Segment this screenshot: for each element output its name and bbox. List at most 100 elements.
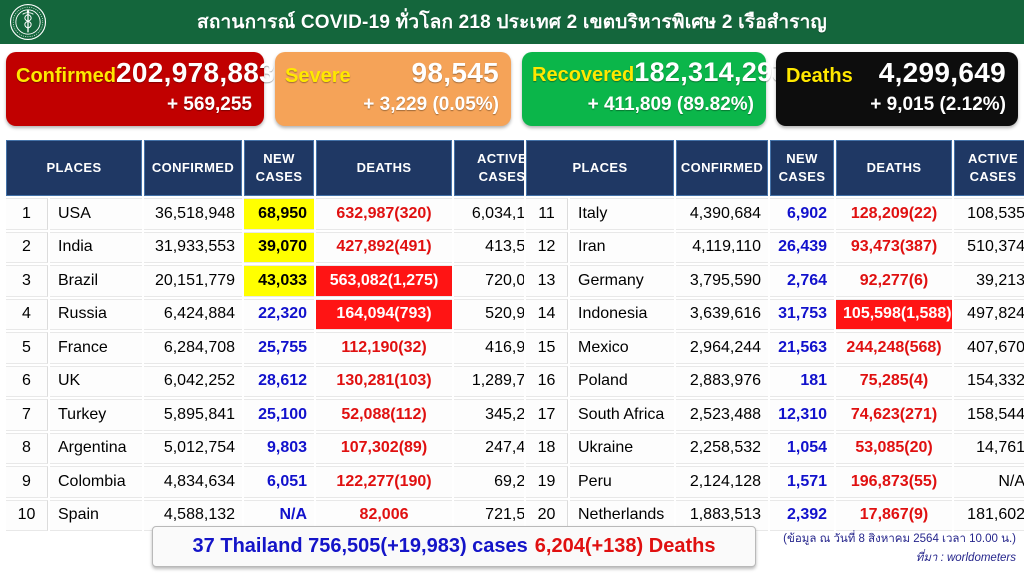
confirmed-delta: + 569,255: [166, 94, 252, 115]
table-row[interactable]: 15 Mexico 2,964,244 21,563 244,248(568) 407,6…: [526, 332, 1024, 364]
cell-place: Iran: [570, 231, 675, 263]
cell-place: South Africa: [570, 399, 675, 431]
cell-rank: 1: [6, 198, 48, 230]
cell-place: Germany: [570, 265, 675, 297]
cell-new-cases: 22,320: [244, 298, 315, 330]
cell-new-cases: 6,051: [244, 466, 315, 498]
summary-card-severe: Severe 98,545 + 3,229 (0.05%): [275, 52, 511, 126]
summary-card-recovered: Recovered 182,314,293 + 411,809 (89.82%): [522, 52, 787, 126]
table-row[interactable]: 11 Italy 4,390,684 6,902 128,209(22) 108,535: [526, 198, 1024, 230]
table-row[interactable]: 16 Poland 2,883,976 181 75,285(4) 154,332: [526, 365, 1024, 397]
cell-confirmed: 4,390,684: [676, 198, 769, 230]
column-header-places[interactable]: PLACES: [6, 140, 143, 196]
table-header-row: PLACES CONFIRMED NEW CASES DEATHS ACTIVE…: [526, 140, 1024, 196]
cell-deaths: 128,209(22): [836, 198, 953, 230]
cell-new-cases: 12,310: [770, 399, 835, 431]
thailand-deaths-text: 6,204(+138) Deaths: [534, 535, 716, 557]
cell-new-cases: 68,950: [244, 198, 315, 230]
table-row[interactable]: 5 France 6,284,708 25,755 112,190(32) 416,978: [6, 332, 551, 364]
recovered-label: Recovered: [532, 64, 635, 86]
table-row[interactable]: 6 UK 6,042,252 28,612 130,281(103) 1,289,703: [6, 365, 551, 397]
cell-deaths: 427,892(491): [316, 231, 453, 263]
table-row[interactable]: 17 South Africa 2,523,488 12,310 74,623(271)…: [526, 399, 1024, 431]
column-header-new-cases[interactable]: NEW CASES: [770, 140, 835, 196]
table-row[interactable]: 14 Indonesia 3,639,616 31,753 105,598(1,588)…: [526, 298, 1024, 330]
cell-new-cases: 28,612: [244, 365, 315, 397]
new-cases-line2: CASES: [778, 169, 826, 184]
cell-place: Mexico: [570, 332, 675, 364]
deaths-delta: + 9,015 (2.12%): [870, 94, 1006, 115]
cell-place: Colombia: [50, 466, 143, 498]
column-header-confirmed[interactable]: CONFIRMED: [676, 140, 769, 196]
new-cases-line1: NEW: [263, 151, 295, 167]
cell-rank: 5: [6, 332, 48, 364]
cell-place: UK: [50, 365, 143, 397]
table-row[interactable]: 7 Turkey 5,895,841 25,100 52,088(112) 345,233: [6, 399, 551, 431]
cell-confirmed: 20,151,779: [144, 265, 243, 297]
cell-rank: 8: [6, 432, 48, 464]
table-row[interactable]: 13 Germany 3,795,590 2,764 92,277(6) 39,213: [526, 265, 1024, 297]
confirmed-value: 202,978,883: [116, 57, 276, 88]
severe-label: Severe: [285, 65, 351, 87]
cell-new-cases: 21,563: [770, 332, 835, 364]
cell-deaths: 122,277(190): [316, 466, 453, 498]
recovered-value: 182,314,293: [634, 57, 788, 87]
cell-deaths: 196,873(55): [836, 466, 953, 498]
data-credit: (ข้อมูล ณ วันที่ 8 สิงหาคม 2564 เวลา 10.…: [766, 530, 1016, 568]
cell-confirmed: 2,523,488: [676, 399, 769, 431]
table-row[interactable]: 2 India 31,933,553 39,070 427,892(491) 413,56…: [6, 231, 551, 263]
cell-rank: 7: [6, 399, 48, 431]
cell-rank: 17: [526, 399, 568, 431]
cell-new-cases: 1,571: [770, 466, 835, 498]
cell-active-cases: 510,374: [954, 231, 1024, 263]
active-cases-line2: CASES: [969, 169, 1017, 184]
column-header-deaths[interactable]: DEATHS: [836, 140, 953, 196]
cell-deaths: 164,094(793): [316, 298, 453, 330]
deaths-label: Deaths: [786, 65, 853, 87]
table-row[interactable]: 18 Ukraine 2,258,532 1,054 53,085(20) 14,761: [526, 432, 1024, 464]
cell-active-cases: 39,213: [954, 265, 1024, 297]
table-row[interactable]: 12 Iran 4,119,110 26,439 93,473(387) 510,374: [526, 231, 1024, 263]
summary-card-deaths: Deaths 4,299,649 + 9,015 (2.12%): [776, 52, 1018, 126]
cell-confirmed: 2,883,976: [676, 365, 769, 397]
column-header-places[interactable]: PLACES: [526, 140, 675, 196]
deaths-value: 4,299,649: [878, 57, 1006, 88]
cell-place: Ukraine: [570, 432, 675, 464]
cell-rank: 15: [526, 332, 568, 364]
cell-confirmed: 6,424,884: [144, 298, 243, 330]
column-header-new-cases[interactable]: NEW CASES: [244, 140, 315, 196]
cell-rank: 9: [6, 466, 48, 498]
table-row[interactable]: 8 Argentina 5,012,754 9,803 107,302(89) 247,4…: [6, 432, 551, 464]
cell-new-cases: 39,070: [244, 231, 315, 263]
cell-place: Brazil: [50, 265, 143, 297]
cell-active-cases: 497,824: [954, 298, 1024, 330]
cell-confirmed: 2,258,532: [676, 432, 769, 464]
cell-confirmed: 4,119,110: [676, 231, 769, 263]
cell-confirmed: 31,933,553: [144, 231, 243, 263]
ministry-of-public-health-emblem-icon: [8, 2, 48, 42]
cell-active-cases: 154,332: [954, 365, 1024, 397]
cell-active-cases: 108,535: [954, 198, 1024, 230]
cell-new-cases: 26,439: [770, 231, 835, 263]
cell-rank: 4: [6, 298, 48, 330]
table-row[interactable]: 3 Brazil 20,151,779 43,033 563,082(1,275) 720…: [6, 265, 551, 297]
cell-new-cases: 43,033: [244, 265, 315, 297]
column-header-deaths[interactable]: DEATHS: [316, 140, 453, 196]
cell-rank: 14: [526, 298, 568, 330]
table-row[interactable]: 19 Peru 2,124,128 1,571 196,873(55) N/A: [526, 466, 1024, 498]
table-row[interactable]: 1 USA 36,518,948 68,950 632,987(320) 6,034,15…: [6, 198, 551, 230]
cell-new-cases: 25,100: [244, 399, 315, 431]
column-header-active-cases[interactable]: ACTIVE CASES: [954, 140, 1024, 196]
cell-rank: 12: [526, 231, 568, 263]
table-row[interactable]: 9 Colombia 4,834,634 6,051 122,277(190) 69,27…: [6, 466, 551, 498]
recovered-delta: + 411,809 (89.82%): [587, 94, 754, 115]
country-tables: PLACES CONFIRMED NEW CASES DEATHS ACTIVE…: [0, 138, 1024, 533]
cell-rank: 2: [6, 231, 48, 263]
column-header-confirmed[interactable]: CONFIRMED: [144, 140, 243, 196]
cell-deaths: 563,082(1,275): [316, 265, 453, 297]
confirmed-label: Confirmed: [16, 65, 116, 87]
cell-rank: 16: [526, 365, 568, 397]
new-cases-line2: CASES: [255, 169, 303, 184]
table-row[interactable]: 4 Russia 6,424,884 22,320 164,094(793) 520,95…: [6, 298, 551, 330]
cell-confirmed: 3,795,590: [676, 265, 769, 297]
